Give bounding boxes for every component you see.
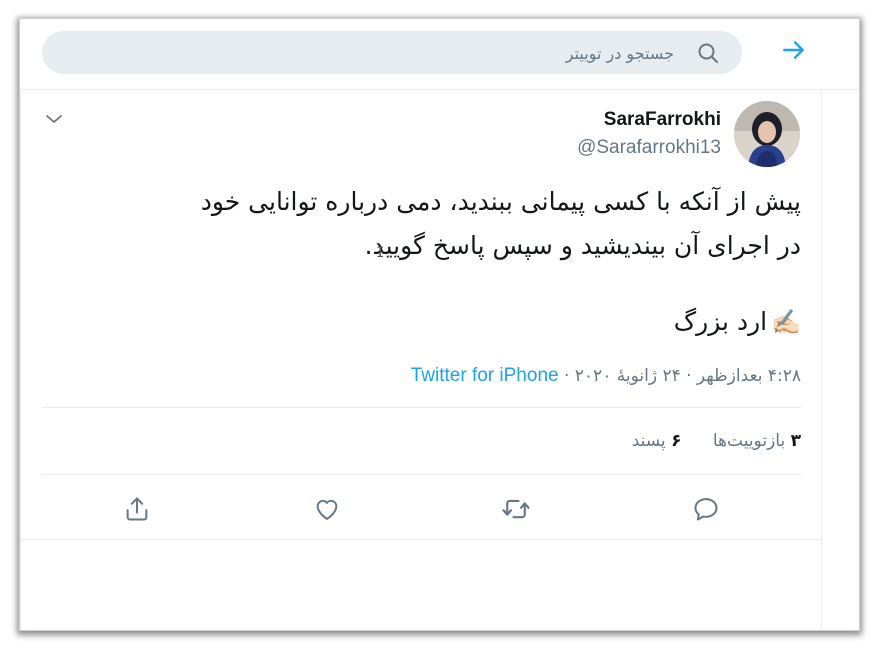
- search-box[interactable]: [42, 31, 742, 76]
- tweet-date[interactable]: ۲۴ ژانویهٔ ۲۰۲۰: [575, 366, 681, 386]
- search-icon: [698, 43, 718, 63]
- avatar[interactable]: [734, 101, 800, 167]
- likes-count: ۶: [671, 431, 682, 451]
- retweets-count: ۳: [790, 431, 801, 451]
- tweet-window: SaraFarrokhi @Sarafarrokhi13 پیش از آنکه…: [20, 19, 859, 630]
- display-name[interactable]: SaraFarrokhi: [604, 109, 721, 131]
- retweets-label: بازتوییت‌ها: [712, 431, 786, 451]
- meta-separator: ·: [563, 366, 570, 386]
- retweets-stat[interactable]: ۳ بازتوییت‌ها: [713, 431, 801, 451]
- top-bar: [20, 19, 859, 90]
- column-border-left: [20, 89, 21, 630]
- heart-icon: [316, 499, 338, 520]
- tweet-meta: ۴:۲۸ بعدازظهر · ۲۴ ژانویهٔ ۲۰۲۰ · Twitte…: [42, 365, 801, 389]
- likes-stat[interactable]: ۶ پسند: [632, 431, 682, 451]
- divider: [42, 407, 801, 408]
- arrow-right-icon: [783, 41, 804, 59]
- meta-separator: ·: [686, 366, 692, 386]
- tweet-text-line-1: پیش از آنکه با کسی پیمانی ببندید، دمی در…: [200, 187, 801, 216]
- tweet-time[interactable]: ۴:۲۸ بعدازظهر: [697, 366, 801, 386]
- tweet-signature: ✍🏻ارد بزرگ: [42, 307, 801, 336]
- tweet-stats: ۳ بازتوییت‌ها ۶ پسند: [42, 431, 801, 457]
- reply-button[interactable]: [691, 494, 721, 524]
- divider: [20, 539, 821, 540]
- back-button[interactable]: [777, 33, 811, 67]
- retweet-icon: [502, 499, 530, 519]
- retweet-button[interactable]: [501, 494, 531, 524]
- avatar-image: [734, 101, 800, 167]
- text-cursor: I: [376, 245, 385, 261]
- share-button[interactable]: [122, 494, 152, 524]
- divider: [42, 474, 801, 475]
- tweet-text-line-2: در اجرای آن بیندیشید و سپس پاسخ گویید.: [364, 231, 801, 260]
- writing-hand-emoji: ✍🏻: [771, 308, 801, 336]
- user-handle[interactable]: @Sarafarrokhi13: [577, 137, 721, 159]
- likes-label: پسند: [631, 431, 666, 451]
- tweet-source-link[interactable]: Twitter for iPhone: [411, 365, 559, 386]
- search-input[interactable]: [62, 31, 676, 76]
- like-button[interactable]: [312, 494, 342, 524]
- chevron-down-icon[interactable]: [42, 107, 66, 131]
- share-icon: [126, 497, 148, 521]
- column-border-right: [821, 89, 822, 630]
- reply-icon: [694, 498, 718, 521]
- signature-text: ارد بزرگ: [673, 307, 768, 336]
